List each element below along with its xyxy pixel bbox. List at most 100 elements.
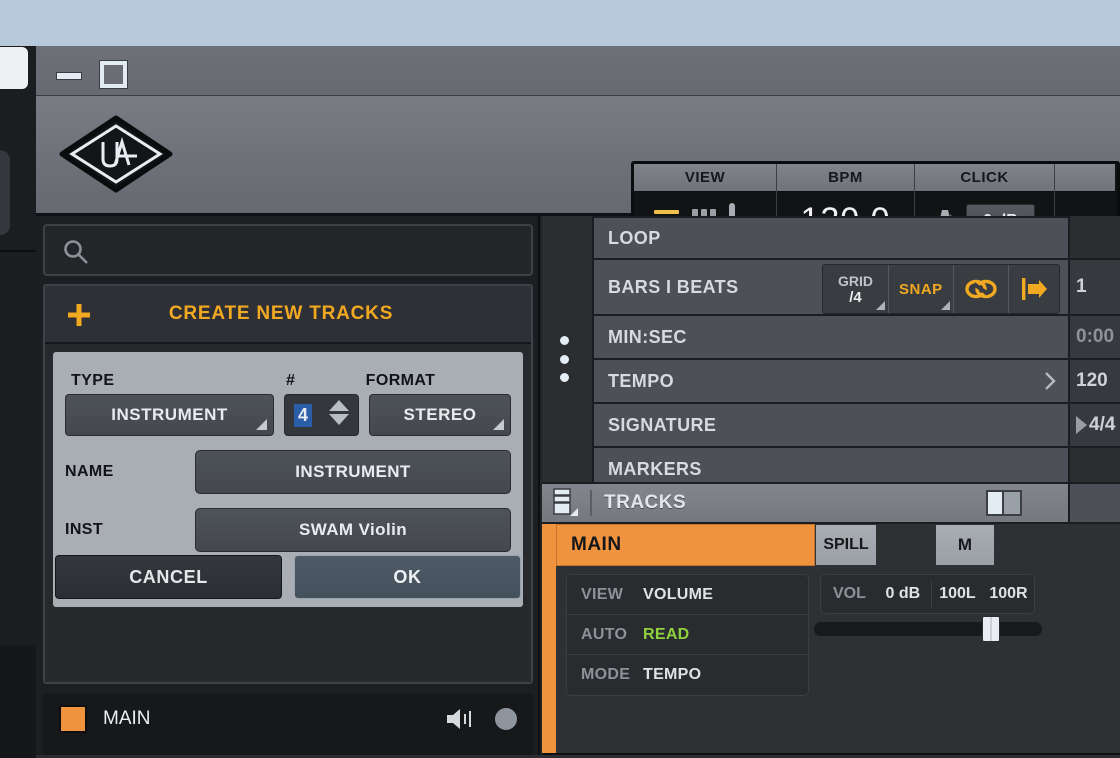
create-new-tracks-title: CREATE NEW TRACKS: [168, 303, 394, 324]
track-mode-value: TEMPO: [643, 666, 702, 683]
tempo-value[interactable]: 120: [1068, 360, 1120, 404]
loop-value: [1068, 216, 1120, 260]
snap-to-marker-button[interactable]: [1009, 265, 1059, 313]
link-toggle[interactable]: [954, 265, 1009, 313]
record-dot-icon[interactable]: [495, 708, 517, 730]
window-maximize-button[interactable]: [99, 60, 128, 89]
stepper-up-icon[interactable]: [329, 400, 349, 411]
track-view-row[interactable]: VIEW VOLUME: [567, 575, 808, 615]
snap-toggle[interactable]: SNAP: [889, 265, 954, 313]
drag-handle-dots-icon[interactable]: [560, 336, 569, 382]
background-left-divider: [0, 250, 36, 252]
pan-right-value[interactable]: 100R: [983, 585, 1034, 603]
signature-value: 4/4: [1089, 414, 1116, 435]
type-label: TYPE: [71, 372, 115, 389]
ruler-label-column: LOOP BARS I BEATS GRID /4 SNAP MIN:SEC T…: [592, 216, 1068, 492]
spill-button[interactable]: SPILL: [815, 524, 877, 566]
universal-audio-logo-icon: [59, 115, 173, 193]
bottom-rule: [542, 753, 1120, 755]
luna-app-window: VIEW BPM CLICK CREATE NEW TRACKS TYPE # …: [36, 46, 1120, 758]
track-name-field[interactable]: INSTRUMENT: [195, 450, 511, 494]
ruler-row-loop[interactable]: LOOP: [592, 216, 1068, 260]
tracks-header-tail: [1068, 484, 1120, 522]
loop-label: LOOP: [608, 227, 661, 248]
track-view-key: VIEW: [581, 585, 624, 603]
volume-fader[interactable]: [814, 616, 1042, 642]
left-browser-column: CREATE NEW TRACKS TYPE # FORMAT INSTRUME…: [36, 216, 540, 755]
grid-label: GRID: [838, 272, 873, 289]
track-volume-panel: VOL 0 dB 100L 100R: [820, 574, 1035, 614]
bpm-header-label: BPM: [777, 164, 914, 192]
format-dropdown[interactable]: STEREO: [369, 394, 511, 436]
stepper-down-icon[interactable]: [329, 414, 349, 425]
pane-layout-icon[interactable]: [986, 490, 1022, 516]
instrument-value: SWAM Violin: [299, 520, 407, 539]
background-left-tab: [0, 47, 28, 89]
track-strip-main: MAIN SPILL M VIEW VOLUME AUTO READ MODE …: [542, 524, 1120, 755]
list-item[interactable]: MAIN: [43, 694, 533, 744]
divider: [590, 490, 592, 516]
track-color-swatch[interactable]: [59, 705, 87, 733]
min-sec-value[interactable]: 0:00: [1068, 316, 1120, 360]
track-count-value[interactable]: 4: [294, 403, 313, 427]
ruler-row-min-sec[interactable]: MIN:SEC: [592, 316, 1068, 360]
search-input[interactable]: [43, 224, 533, 276]
grid-value: /4: [849, 288, 862, 306]
window-minimize-button[interactable]: [56, 72, 82, 80]
bars-beats-value[interactable]: 1: [1068, 260, 1120, 316]
type-dropdown[interactable]: INSTRUMENT: [65, 394, 275, 436]
format-label: FORMAT: [365, 372, 436, 389]
link-icon: [964, 279, 997, 299]
track-count-stepper[interactable]: 4: [284, 394, 359, 436]
signature-value-row[interactable]: 4/4: [1068, 404, 1120, 448]
plus-icon: [68, 304, 90, 326]
speaker-icon[interactable]: [445, 707, 475, 731]
ruler-row-bars-beats[interactable]: BARS I BEATS GRID /4 SNAP: [592, 260, 1068, 316]
track-auto-row[interactable]: AUTO READ: [567, 615, 808, 655]
inst-label: INST: [65, 521, 104, 538]
chevron-down-icon: [482, 419, 504, 430]
ruler-row-signature[interactable]: SIGNATURE: [592, 404, 1068, 448]
search-icon: [64, 240, 88, 264]
track-mode-key: MODE: [581, 666, 631, 683]
snap-to-marker-icon: [1021, 278, 1047, 300]
ok-button[interactable]: OK: [294, 555, 521, 599]
track-info-panel: VIEW VOLUME AUTO READ MODE TEMPO: [566, 574, 809, 696]
track-color-edge: [542, 524, 556, 753]
create-tracks-form: TYPE # FORMAT INSTRUMENT 4 STEREO NAME I…: [53, 352, 523, 607]
track-name-value: INSTRUMENT: [295, 462, 411, 481]
track-mode-row[interactable]: MODE TEMPO: [567, 655, 808, 695]
window-titlebar: [36, 46, 1120, 96]
create-new-tracks-dialog: CREATE NEW TRACKS TYPE # FORMAT INSTRUME…: [43, 284, 533, 684]
name-label: NAME: [65, 463, 114, 480]
click-header-label: CLICK: [915, 164, 1054, 192]
volume-fader-handle[interactable]: [982, 616, 1000, 642]
background-left-pill: [0, 150, 10, 235]
pan-left-value[interactable]: 100L: [932, 585, 983, 603]
mute-button[interactable]: M: [935, 524, 995, 566]
bars-beats-label: BARS I BEATS: [608, 276, 739, 297]
markers-label: MARKERS: [608, 458, 702, 479]
grid-snap-cluster: GRID /4 SNAP: [822, 264, 1060, 314]
grid-selector[interactable]: GRID /4: [823, 265, 889, 313]
background-left-footer: [0, 645, 36, 758]
chevron-down-icon: [245, 419, 268, 430]
instrument-dropdown[interactable]: SWAM Violin: [195, 508, 511, 552]
create-new-tracks-header[interactable]: CREATE NEW TRACKS: [45, 286, 531, 344]
marker-triangle-icon: [1076, 416, 1087, 434]
ruler-row-tempo[interactable]: TEMPO: [592, 360, 1068, 404]
min-sec-label: MIN:SEC: [608, 326, 687, 347]
stepper-arrows[interactable]: [329, 400, 349, 425]
cancel-button[interactable]: CANCEL: [55, 555, 282, 599]
tracks-stack-icon[interactable]: [552, 488, 578, 518]
timeline-column: LOOP BARS I BEATS GRID /4 SNAP MIN:SEC T…: [542, 216, 1120, 755]
track-view-value: VOLUME: [643, 585, 714, 603]
count-label: #: [286, 372, 296, 389]
snap-label: SNAP: [899, 280, 943, 298]
tempo-label: TEMPO: [608, 370, 675, 391]
format-value: STEREO: [403, 405, 477, 424]
track-name-header[interactable]: MAIN: [556, 524, 815, 566]
track-list-name: MAIN: [103, 708, 151, 729]
chevron-right-icon[interactable]: [1044, 371, 1056, 391]
volume-db-value[interactable]: 0 dB: [875, 585, 931, 603]
